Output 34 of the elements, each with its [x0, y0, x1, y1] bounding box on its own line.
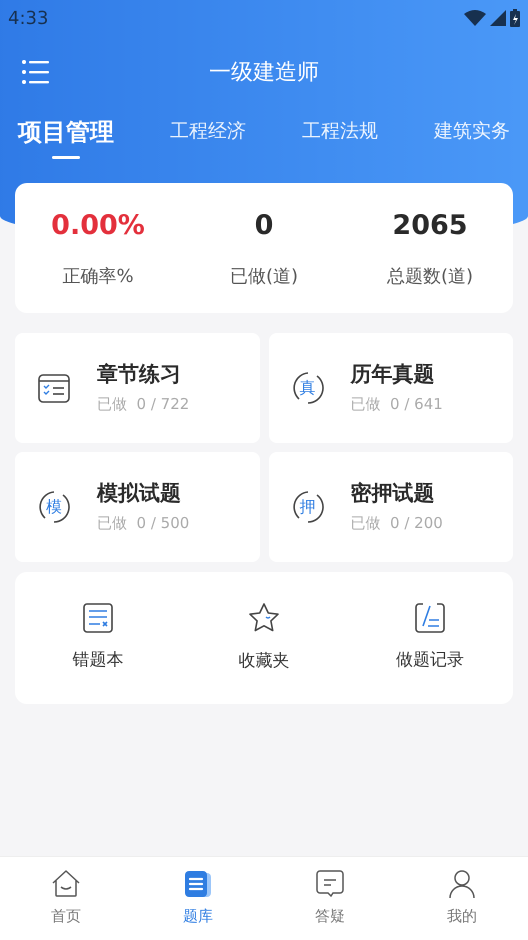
wifi-icon [464, 10, 486, 26]
subject-tab[interactable]: 项目管理 [18, 114, 114, 159]
tool-button[interactable]: 做题记录 [347, 602, 513, 674]
stat-label: 已做(道) [230, 264, 298, 289]
subject-tab[interactable]: 工程经济 [170, 114, 246, 154]
user-icon [447, 869, 477, 900]
nav-tab[interactable]: 我的 [396, 869, 528, 928]
battery-icon [510, 9, 520, 27]
app-title: 一级建造师 [209, 58, 319, 86]
subject-tab[interactable]: 工程法规 [302, 114, 378, 154]
tool-button[interactable]: 错题本 [15, 602, 181, 674]
home-icon [51, 869, 81, 900]
stat-value: 0.00% [51, 209, 145, 244]
menu-button[interactable] [20, 58, 52, 86]
stat-value: 0 [254, 209, 274, 244]
document-icon [183, 869, 213, 900]
notebook-icon [82, 602, 114, 634]
stat-label: 总题数(道) [386, 264, 474, 289]
edit-record-icon [414, 602, 446, 634]
nav-tab[interactable]: 题库 [132, 869, 264, 928]
practice-title: 模拟试题 [97, 483, 182, 504]
tool-button[interactable]: 收藏夹 [181, 601, 347, 675]
practice-title: 章节练习 [97, 364, 182, 385]
status-time: 4:33 [8, 6, 48, 30]
nav-tab[interactable]: 答疑 [264, 869, 396, 928]
chat-icon [315, 869, 345, 900]
stat-value: 2065 [392, 209, 468, 244]
subject-tab[interactable]: 建筑实务 [434, 114, 510, 154]
checklist-icon [37, 371, 71, 405]
nav-tab[interactable]: 首页 [0, 869, 132, 928]
practice-title: 密押试题 [350, 483, 436, 504]
stat-label: 正确率% [62, 264, 134, 289]
practice-title: 历年真题 [350, 364, 436, 385]
signal-icon [490, 10, 506, 26]
